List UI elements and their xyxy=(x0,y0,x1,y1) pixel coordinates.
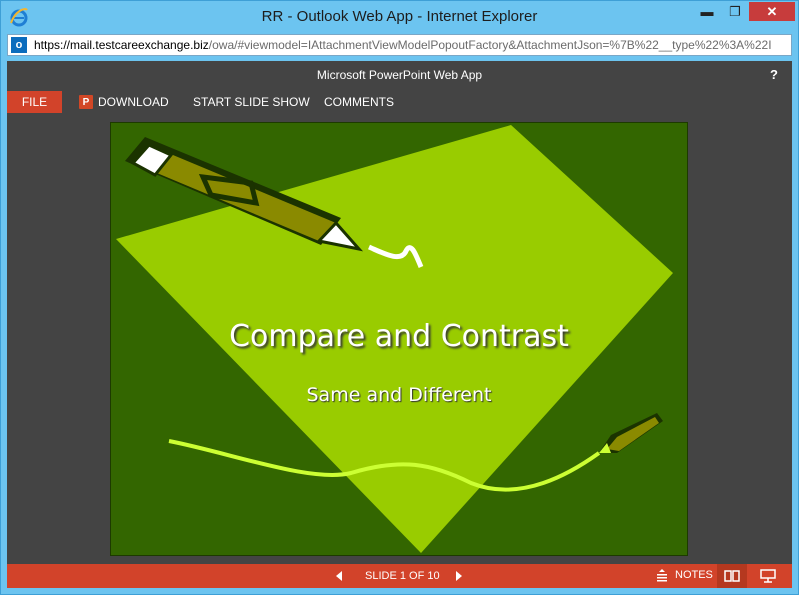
download-label: DOWNLOAD xyxy=(98,95,169,109)
browser-window: RR - Outlook Web App - Internet Explorer… xyxy=(0,0,799,595)
app-header: Microsoft PowerPoint Web App ? xyxy=(7,61,792,89)
presentation-icon xyxy=(760,569,776,583)
slide-show-view-button[interactable] xyxy=(753,564,783,588)
window-title: RR - Outlook Web App - Internet Explorer xyxy=(261,8,538,25)
app-title: Microsoft PowerPoint Web App xyxy=(316,68,483,82)
outlook-icon: o xyxy=(11,37,27,53)
close-button[interactable]: ✕ xyxy=(749,2,795,21)
comments-button[interactable]: COMMENTS xyxy=(324,91,394,113)
maximize-button[interactable]: ❐ xyxy=(721,2,749,21)
powerpoint-web-app: Microsoft PowerPoint Web App ? FILE P DO… xyxy=(7,61,792,588)
next-slide-icon[interactable] xyxy=(453,568,465,584)
file-button[interactable]: FILE xyxy=(7,91,62,113)
notes-button[interactable]: NOTES xyxy=(655,568,713,582)
address-url[interactable]: https://mail.testcareexchange.biz/owa/#v… xyxy=(34,38,789,52)
download-button[interactable]: P DOWNLOAD xyxy=(79,91,169,113)
help-button[interactable]: ? xyxy=(770,67,778,82)
notes-icon xyxy=(657,569,667,582)
slide-counter: SLIDE 1 OF 10 xyxy=(365,570,440,582)
minimize-button[interactable]: ▬ xyxy=(693,2,721,21)
slide-subtitle: Same and Different xyxy=(306,384,492,406)
slide-title: Compare and Contrast xyxy=(229,319,569,354)
book-icon xyxy=(724,570,740,582)
address-bar[interactable]: o https://mail.testcareexchange.biz/owa/… xyxy=(7,34,792,56)
small-crayon-icon xyxy=(599,413,663,453)
powerpoint-icon: P xyxy=(79,95,93,109)
address-path: /owa/#viewmodel=IAttachmentViewModelPopo… xyxy=(208,38,772,52)
title-bar: RR - Outlook Web App - Internet Explorer… xyxy=(1,1,798,33)
status-bar: SLIDE 1 OF 10 NOTES xyxy=(7,564,792,588)
slide-canvas[interactable]: Compare and Contrast Same and Different xyxy=(110,122,688,556)
toolbar: FILE P DOWNLOAD START SLIDE SHOW COMMENT… xyxy=(7,91,792,115)
address-domain: https://mail.testcareexchange.biz xyxy=(34,38,209,52)
previous-slide-icon[interactable] xyxy=(333,568,345,584)
reading-view-button[interactable] xyxy=(717,564,747,588)
start-slide-show-button[interactable]: START SLIDE SHOW xyxy=(193,91,310,113)
notes-label: NOTES xyxy=(675,569,713,581)
